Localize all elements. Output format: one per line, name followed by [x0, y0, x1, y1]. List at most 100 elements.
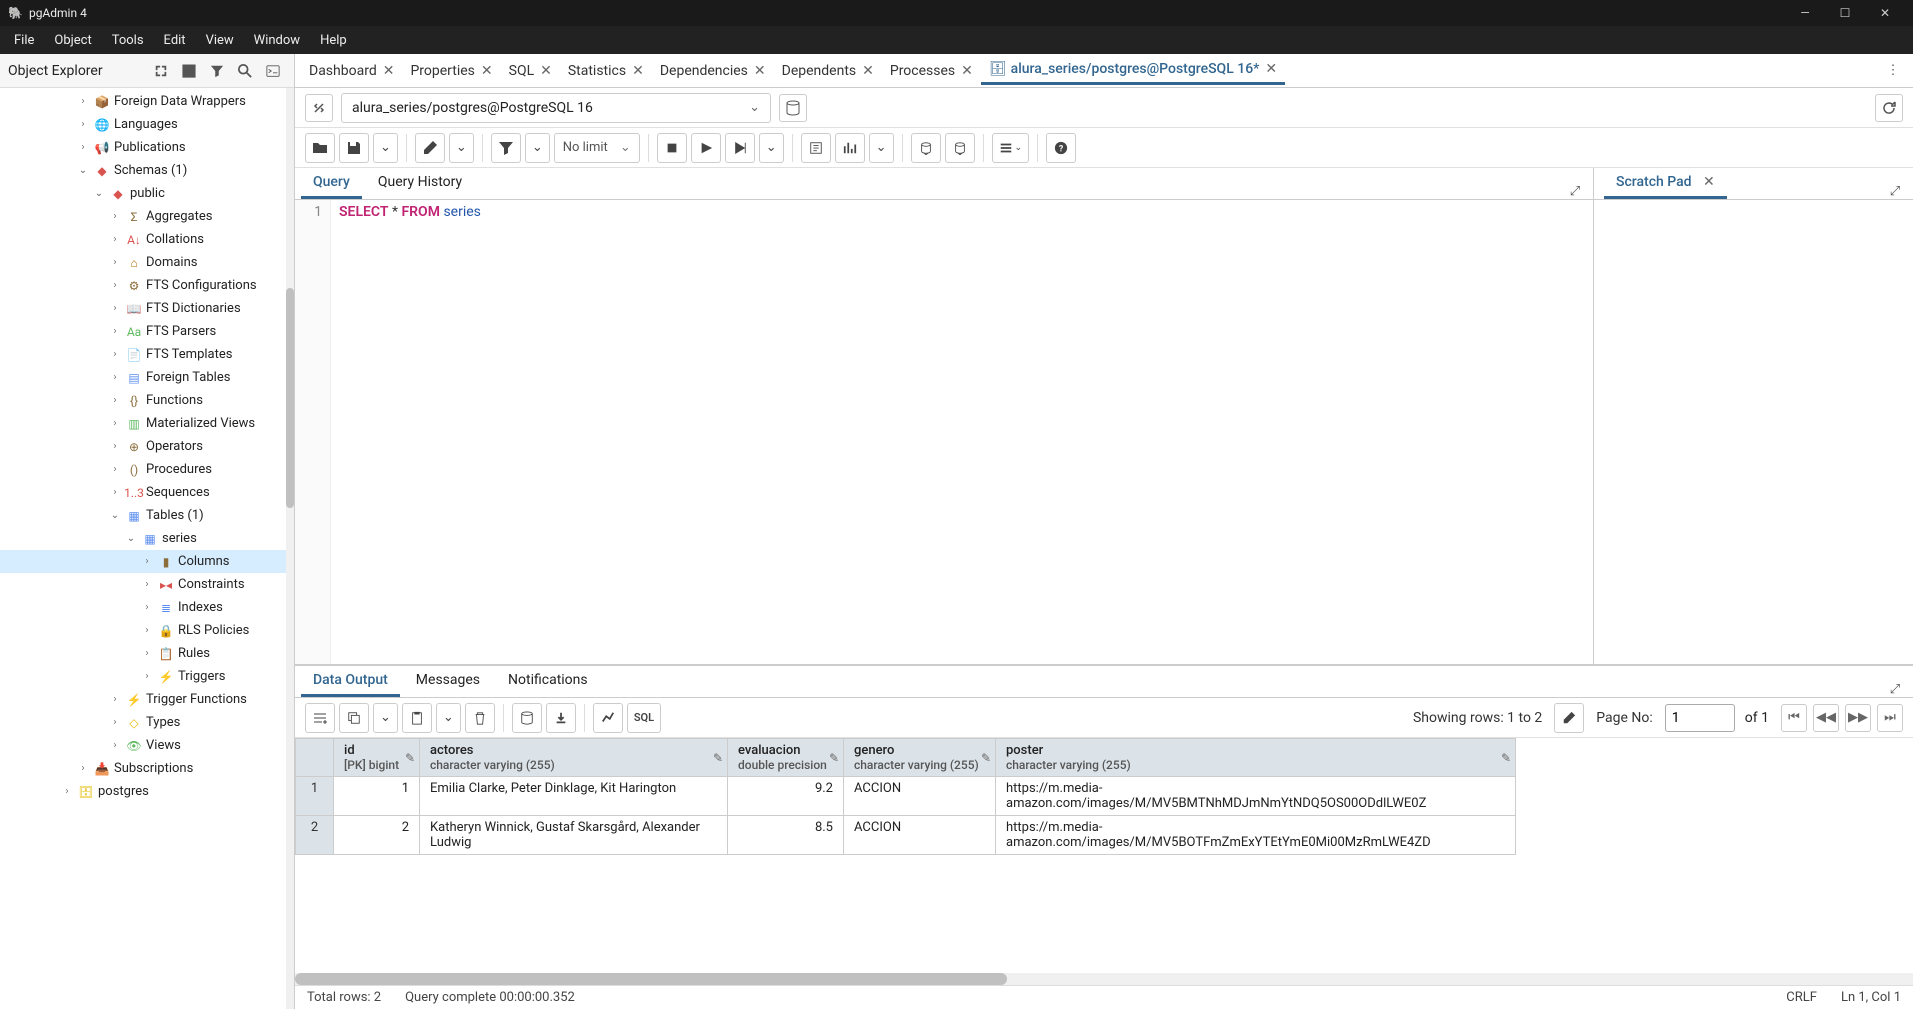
tree-chevron-icon[interactable]: › [108, 717, 122, 728]
tab-notifications[interactable]: Notifications [496, 666, 600, 697]
tab-data-output[interactable]: Data Output [301, 666, 400, 697]
paste-button[interactable] [402, 703, 432, 733]
tree-item-subscriptions[interactable]: ›📥Subscriptions [0, 757, 294, 780]
grid-cell[interactable]: https://m.media-amazon.com/images/M/MV5B… [996, 777, 1516, 816]
tree-item-fts-dictionaries[interactable]: ›📖FTS Dictionaries [0, 297, 294, 320]
execute-dropdown-button[interactable]: ⌄ [759, 133, 784, 163]
edit-grid-button[interactable] [1554, 703, 1584, 733]
menu-help[interactable]: Help [310, 29, 357, 52]
execute-cursor-button[interactable] [725, 133, 755, 163]
connection-status-icon[interactable] [305, 94, 333, 122]
tree-chevron-icon[interactable]: › [76, 763, 90, 774]
next-page-button[interactable]: ▶▶ [1845, 704, 1871, 732]
column-header-actores[interactable]: actorescharacter varying (255)✎ [420, 739, 728, 777]
tree-item-publications[interactable]: ›📢Publications [0, 136, 294, 159]
explain-analyze-button[interactable] [835, 133, 865, 163]
tree-item-sequences[interactable]: ›1..3Sequences [0, 481, 294, 504]
filter-dropdown-button[interactable]: ⌄ [525, 133, 550, 163]
tab-processes[interactable]: Processes✕ [882, 57, 981, 85]
close-icon[interactable]: ✕ [1265, 61, 1277, 77]
explorer-filter-icon[interactable] [204, 58, 230, 84]
tab-properties[interactable]: Properties✕ [402, 57, 500, 85]
menu-window[interactable]: Window [244, 29, 310, 52]
tab-dashboard[interactable]: Dashboard✕ [301, 57, 402, 85]
close-icon[interactable]: ✕ [754, 63, 766, 79]
tree-item-rls-policies[interactable]: ›🔒RLS Policies [0, 619, 294, 642]
tree-item-languages[interactable]: ›🌐Languages [0, 113, 294, 136]
tree-chevron-icon[interactable]: › [108, 740, 122, 751]
copy-button[interactable] [339, 703, 369, 733]
add-row-button[interactable] [305, 703, 335, 733]
tree-item-tables-1[interactable]: ⌄▦Tables (1) [0, 504, 294, 527]
tree-chevron-icon[interactable]: › [108, 464, 122, 475]
tree-item-schemas-1[interactable]: ⌄◆Schemas (1) [0, 159, 294, 182]
prev-page-button[interactable]: ◀◀ [1813, 704, 1839, 732]
tree-item-materialized-views[interactable]: ›▥Materialized Views [0, 412, 294, 435]
last-page-button[interactable]: ⏭ [1877, 704, 1903, 732]
tree-item-fts-templates[interactable]: ›📄FTS Templates [0, 343, 294, 366]
sql-editor[interactable]: 1 SELECT * FROM series [295, 200, 1593, 664]
tree-chevron-icon[interactable]: › [140, 602, 154, 613]
menu-file[interactable]: File [4, 29, 44, 52]
reset-layout-icon[interactable] [1875, 94, 1903, 122]
editor-expand-icon[interactable]: ⤢ [1563, 184, 1587, 199]
tree-chevron-icon[interactable]: › [140, 625, 154, 636]
connection-db-icon[interactable] [779, 94, 807, 122]
edit-column-icon[interactable]: ✎ [405, 751, 415, 765]
tree-chevron-icon[interactable]: › [76, 142, 90, 153]
tree-chevron-icon[interactable]: › [108, 694, 122, 705]
tree-item-operators[interactable]: ›⊕Operators [0, 435, 294, 458]
tree-chevron-icon[interactable]: › [60, 786, 74, 797]
tree-chevron-icon[interactable]: › [108, 211, 122, 222]
grid-cell[interactable]: 1 [334, 777, 420, 816]
close-icon[interactable]: ✕ [632, 63, 644, 79]
tree-item-fts-parsers[interactable]: ›AaFTS Parsers [0, 320, 294, 343]
tree-chevron-icon[interactable]: ⌄ [92, 188, 106, 199]
menu-edit[interactable]: Edit [154, 29, 196, 52]
tree-item-aggregates[interactable]: ›ΣAggregates [0, 205, 294, 228]
tree-chevron-icon[interactable]: ⌄ [108, 510, 122, 521]
tree-chevron-icon[interactable]: › [108, 349, 122, 360]
graph-button[interactable] [593, 703, 623, 733]
tree-item-foreign-tables[interactable]: ›▤Foreign Tables [0, 366, 294, 389]
grid-cell[interactable]: 9.2 [728, 777, 844, 816]
column-header-poster[interactable]: postercharacter varying (255)✎ [996, 739, 1516, 777]
tree-item-domains[interactable]: ›⌂Domains [0, 251, 294, 274]
save-data-button[interactable] [512, 703, 542, 733]
explorer-search-icon[interactable] [232, 58, 258, 84]
tree-item-indexes[interactable]: ›≣Indexes [0, 596, 294, 619]
close-icon[interactable]: ✕ [862, 63, 874, 79]
grid-cell[interactable]: 2 [334, 816, 420, 855]
menu-view[interactable]: View [196, 29, 244, 52]
close-icon[interactable]: ✕ [383, 63, 395, 79]
page-number-input[interactable] [1665, 704, 1735, 732]
grid-cell[interactable]: Katheryn Winnick, Gustaf Skarsgård, Alex… [420, 816, 728, 855]
column-header-evaluacion[interactable]: evaluaciondouble precision✎ [728, 739, 844, 777]
tab-sql[interactable]: SQL✕ [501, 57, 560, 85]
tree-chevron-icon[interactable]: › [76, 96, 90, 107]
row-number[interactable]: 2 [296, 816, 334, 855]
tree-chevron-icon[interactable]: › [108, 418, 122, 429]
grid-cell[interactable]: ACCION [844, 777, 996, 816]
close-icon[interactable]: ✕ [540, 63, 552, 79]
explorer-terminal-icon[interactable] [260, 58, 286, 84]
grid-horizontal-scrollbar[interactable] [295, 973, 1913, 985]
tree-chevron-icon[interactable]: › [108, 441, 122, 452]
explain-dropdown-button[interactable]: ⌄ [869, 133, 894, 163]
grid-cell[interactable]: 8.5 [728, 816, 844, 855]
tab-dependents[interactable]: Dependents✕ [774, 57, 882, 85]
window-close-button[interactable]: ✕ [1865, 0, 1905, 26]
stop-button[interactable] [657, 133, 687, 163]
explain-button[interactable] [801, 133, 831, 163]
tree-item-trigger-functions[interactable]: ›⚡Trigger Functions [0, 688, 294, 711]
tree-chevron-icon[interactable]: › [108, 395, 122, 406]
tree-item-constraints[interactable]: ›▸◂Constraints [0, 573, 294, 596]
tree-item-fts-configurations[interactable]: ›⚙FTS Configurations [0, 274, 294, 297]
edit-column-icon[interactable]: ✎ [1501, 751, 1511, 765]
edit-column-icon[interactable]: ✎ [829, 751, 839, 765]
tree-chevron-icon[interactable]: › [140, 579, 154, 590]
tree-item-rules[interactable]: ›📋Rules [0, 642, 294, 665]
tree-item-triggers[interactable]: ›⚡Triggers [0, 665, 294, 688]
tree-item-series[interactable]: ⌄▦series [0, 527, 294, 550]
connection-select[interactable]: alura_series/postgres@PostgreSQL 16 ⌄ [341, 93, 771, 123]
